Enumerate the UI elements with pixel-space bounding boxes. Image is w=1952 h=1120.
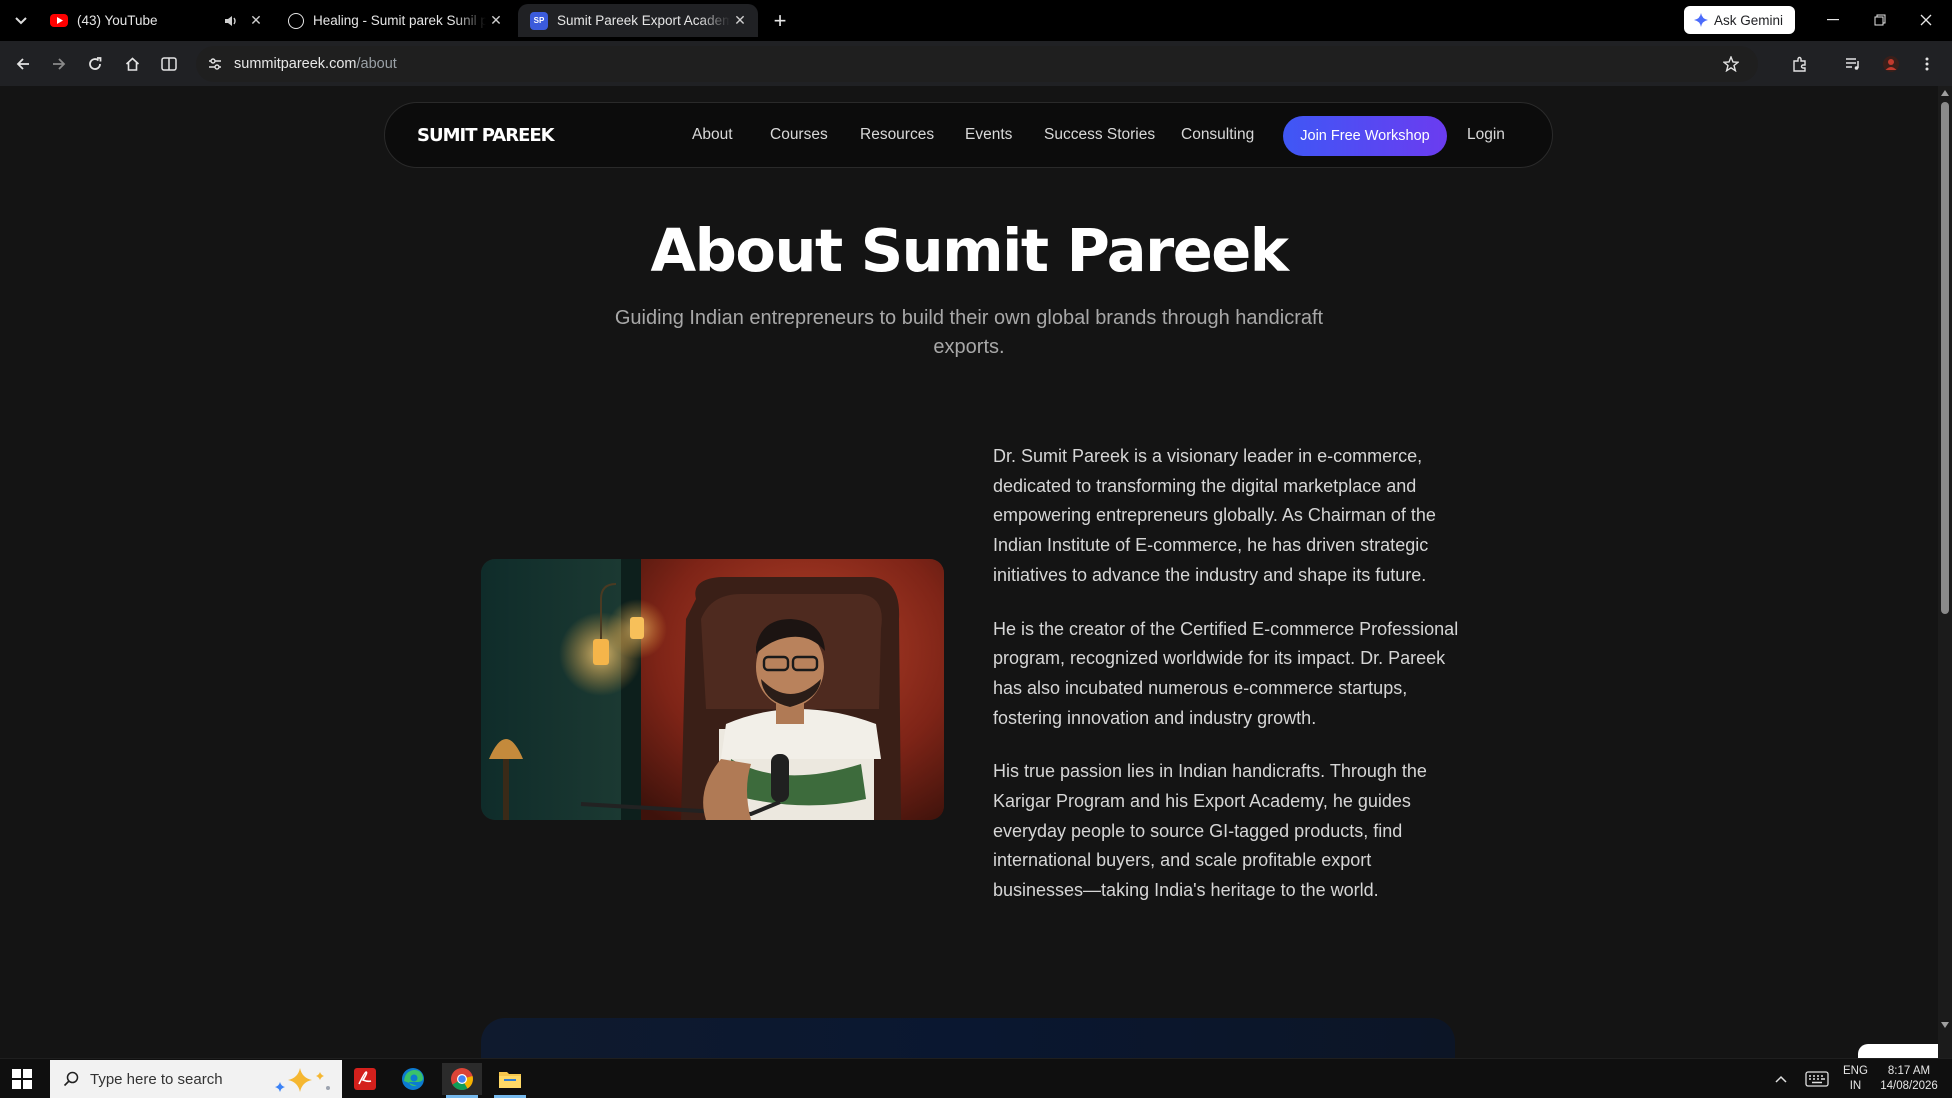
bio-paragraph: His true passion lies in Indian handicra… (993, 761, 1427, 901)
scroll-up-arrow-icon[interactable] (1941, 90, 1949, 96)
page-viewport: SUMIT PAREEK About Courses Resources Eve… (0, 86, 1952, 1058)
windows-logo-icon (23, 1069, 32, 1078)
more-vertical-icon (1925, 57, 1929, 71)
windows-start-button[interactable] (12, 1069, 32, 1089)
close-icon[interactable]: ✕ (246, 11, 266, 31)
youtube-icon (50, 14, 68, 27)
clock-date: 14/08/2026 (1880, 1080, 1938, 1092)
show-hidden-icons-chevron-icon[interactable] (1772, 1071, 1790, 1087)
back-button[interactable] (10, 51, 36, 77)
sparkle-icon (275, 1068, 330, 1092)
clock[interactable]: 8:17 AM 14/08/2026 (1877, 1064, 1941, 1094)
windows-logo-icon (23, 1080, 32, 1089)
close-icon[interactable]: ✕ (486, 11, 506, 31)
nav-link-events[interactable]: Events (965, 126, 1012, 144)
tab-youtube[interactable]: (43) YouTube ✕ (38, 4, 274, 37)
address-bar[interactable]: summitpareek.com/about (196, 46, 1758, 82)
windows-logo-icon (12, 1080, 21, 1089)
browser-toolbar: summitpareek.com/about (0, 41, 1952, 86)
media-queue-icon (1846, 58, 1859, 70)
nav-link-resources[interactable]: Resources (860, 126, 934, 144)
join-free-workshop-button[interactable]: Join Free Workshop (1283, 116, 1447, 156)
gemini-sparkle-icon (1694, 13, 1708, 27)
keyboard-icon[interactable] (1805, 1071, 1831, 1087)
screen-bottom-margin (0, 1098, 1952, 1120)
edge-icon[interactable] (393, 1063, 433, 1095)
page-title: About Sumit Pareek (650, 216, 1289, 285)
clock-time: 8:17 AM (1887, 1065, 1931, 1077)
tab-title: (43) YouTube (77, 13, 158, 28)
file-explorer-icon[interactable] (490, 1063, 530, 1098)
home-button[interactable] (119, 51, 145, 77)
scroll-down-arrow-icon[interactable] (1941, 1022, 1949, 1028)
minimize-icon (1827, 19, 1839, 21)
lang-region: IN (1849, 1080, 1862, 1092)
site-logo[interactable]: SUMIT PAREEK (417, 125, 555, 146)
split-view-button[interactable] (156, 51, 182, 77)
page-subtitle: Guiding Indian entrepreneurs to build th… (614, 307, 1324, 358)
screen: (43) YouTube ✕ Healing - Sumit parek Sun… (0, 0, 1952, 1120)
nav-link-about[interactable]: About (692, 126, 733, 144)
tab-export-academy[interactable]: SP Sumit Pareek Export Academy - About ✕ (518, 4, 758, 37)
nav-link-success-stories[interactable]: Success Stories (1044, 126, 1155, 144)
reload-icon (89, 57, 102, 70)
chrome-icon[interactable] (442, 1063, 482, 1098)
page-scrollbar[interactable] (1938, 86, 1952, 1058)
bio-section: Dr. Sumit Pareek is a visionary leader i… (993, 442, 1463, 930)
restore-button[interactable] (1867, 8, 1893, 32)
acrobat-icon[interactable] (345, 1063, 385, 1095)
restore-icon (1874, 14, 1886, 26)
taskbar-search-box[interactable]: Type here to search (50, 1060, 342, 1098)
tab-title: Healing - Sumit parek Sunil pareek (313, 13, 486, 28)
sp-favicon: SP (530, 11, 548, 30)
tab-title: Sumit Pareek Export Academy - About (557, 13, 730, 28)
close-icon (1920, 14, 1932, 26)
forward-button[interactable] (46, 51, 72, 77)
ask-gemini-button[interactable]: Ask Gemini (1684, 6, 1796, 34)
avatar-icon (1883, 56, 1899, 72)
close-window-button[interactable] (1913, 8, 1939, 32)
url-text[interactable]: summitpareek.com/about (234, 56, 397, 72)
next-section-panel (481, 1018, 1455, 1058)
media-controls-button[interactable] (1840, 51, 1866, 77)
site-info-icon[interactable] (204, 53, 226, 75)
nav-link-courses[interactable]: Courses (770, 126, 828, 144)
tab-strip: (43) YouTube ✕ Healing - Sumit parek Sun… (0, 0, 1952, 41)
browser-menu-button[interactable] (1914, 51, 1940, 77)
bio-paragraph: He is the creator of the Certified E-com… (993, 618, 1459, 728)
reload-button[interactable] (82, 51, 108, 77)
input-language-indicator[interactable]: ENG IN (1843, 1064, 1868, 1094)
site-navbar: SUMIT PAREEK About Courses Resources Eve… (384, 102, 1553, 168)
bio-paragraph: Dr. Sumit Pareek is a visionary leader i… (993, 446, 1436, 585)
portrait-photo (481, 559, 944, 820)
split-view-icon (161, 57, 177, 71)
tab-search-button[interactable] (10, 10, 32, 32)
login-link[interactable]: Login (1467, 126, 1505, 144)
windows-logo-icon (12, 1069, 21, 1078)
new-tab-button[interactable]: + (768, 8, 792, 33)
arrow-right-icon (53, 58, 66, 70)
close-icon[interactable]: ✕ (730, 11, 750, 31)
chevron-down-icon (15, 17, 27, 25)
arrow-left-icon (16, 58, 29, 70)
nav-link-consulting[interactable]: Consulting (1181, 126, 1254, 144)
openai-icon (288, 12, 304, 29)
extensions-button[interactable] (1787, 51, 1813, 77)
profile-avatar[interactable] (1878, 51, 1904, 77)
search-placeholder: Type here to search (90, 1070, 223, 1088)
speaker-icon[interactable] (222, 12, 240, 30)
search-icon (60, 1068, 82, 1090)
taskbar: Type here to search ENG IN 8:17 AM 14/08… (0, 1058, 1952, 1098)
minimize-button[interactable] (1820, 8, 1846, 32)
tab-healing[interactable]: Healing - Sumit parek Sunil pareek ✕ (276, 4, 514, 37)
lang-code: ENG (1843, 1065, 1868, 1077)
puzzle-icon (1793, 56, 1806, 72)
url-host: summitpareek.com (234, 56, 357, 72)
scrollbar-thumb[interactable] (1941, 102, 1949, 614)
bookmark-star-icon[interactable] (1720, 53, 1742, 75)
ask-gemini-label: Ask Gemini (1714, 12, 1784, 28)
url-path: /about (356, 56, 397, 72)
home-icon (125, 57, 139, 71)
page-content: SUMIT PAREEK About Courses Resources Eve… (0, 86, 1938, 1058)
